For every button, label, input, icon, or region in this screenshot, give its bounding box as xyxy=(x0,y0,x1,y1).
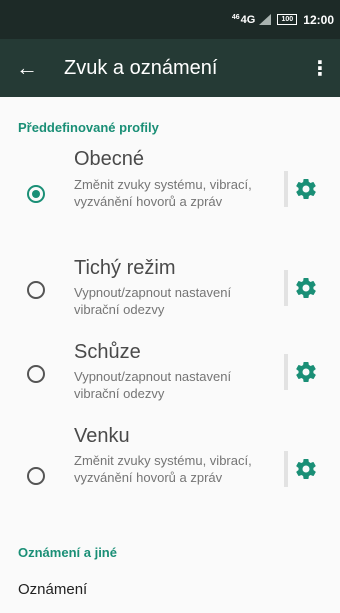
divider xyxy=(284,270,288,306)
back-arrow-icon[interactable]: ← xyxy=(0,39,54,97)
profile-description: Změnit zvuky systému, vibrací, vyzvánění… xyxy=(74,177,252,209)
profile-description: Změnit zvuky systému, vibrací, vyzvánění… xyxy=(74,453,252,485)
gear-icon[interactable] xyxy=(294,457,318,481)
divider xyxy=(284,354,288,390)
app-bar: ← Zvuk a oznámení ⋮ xyxy=(0,39,340,97)
profile-description: Vypnout/zapnout nastavení vibrační odezv… xyxy=(74,369,232,401)
profile-item-schuze[interactable]: Schůze Vypnout/zapnout nastavení vibračn… xyxy=(0,338,340,414)
divider xyxy=(284,171,288,207)
radio-button-selected[interactable] xyxy=(27,185,45,203)
profile-item-venku[interactable]: Venku Změnit zvuky systému, vibrací, vyz… xyxy=(0,422,340,520)
status-bar: 464G 100 12:00 xyxy=(0,0,340,39)
profile-title: Schůze xyxy=(74,341,141,363)
radio-button[interactable] xyxy=(27,467,45,485)
profile-description: Vypnout/zapnout nastavení vibrační odezv… xyxy=(74,285,232,317)
page-title: Zvuk a oznámení xyxy=(64,56,218,79)
profile-title: Venku xyxy=(74,425,130,447)
radio-button[interactable] xyxy=(27,281,45,299)
clock: 12:00 xyxy=(303,12,334,27)
section-header-notifications: Oznámení a jiné xyxy=(18,545,117,560)
divider xyxy=(284,451,288,487)
network-indicator: 464G xyxy=(231,13,256,26)
profile-title: Obecné xyxy=(74,148,145,170)
profile-item-tichy-rezim[interactable]: Tichý režim Vypnout/zapnout nastavení vi… xyxy=(0,254,340,330)
signal-icon xyxy=(259,14,272,25)
profile-title: Tichý režim xyxy=(74,257,176,279)
list-item-oznameni[interactable]: Oznámení xyxy=(18,581,87,598)
radio-button[interactable] xyxy=(27,365,45,383)
overflow-menu-icon[interactable]: ⋮ xyxy=(300,39,340,97)
section-header-predefined: Předdefinované profily xyxy=(18,120,159,135)
profile-item-obecne[interactable]: Obecné Změnit zvuky systému, vibrací, vy… xyxy=(0,142,340,240)
gear-icon[interactable] xyxy=(294,276,318,300)
battery-icon: 100 xyxy=(277,14,298,25)
gear-icon[interactable] xyxy=(294,360,318,384)
gear-icon[interactable] xyxy=(294,177,318,201)
